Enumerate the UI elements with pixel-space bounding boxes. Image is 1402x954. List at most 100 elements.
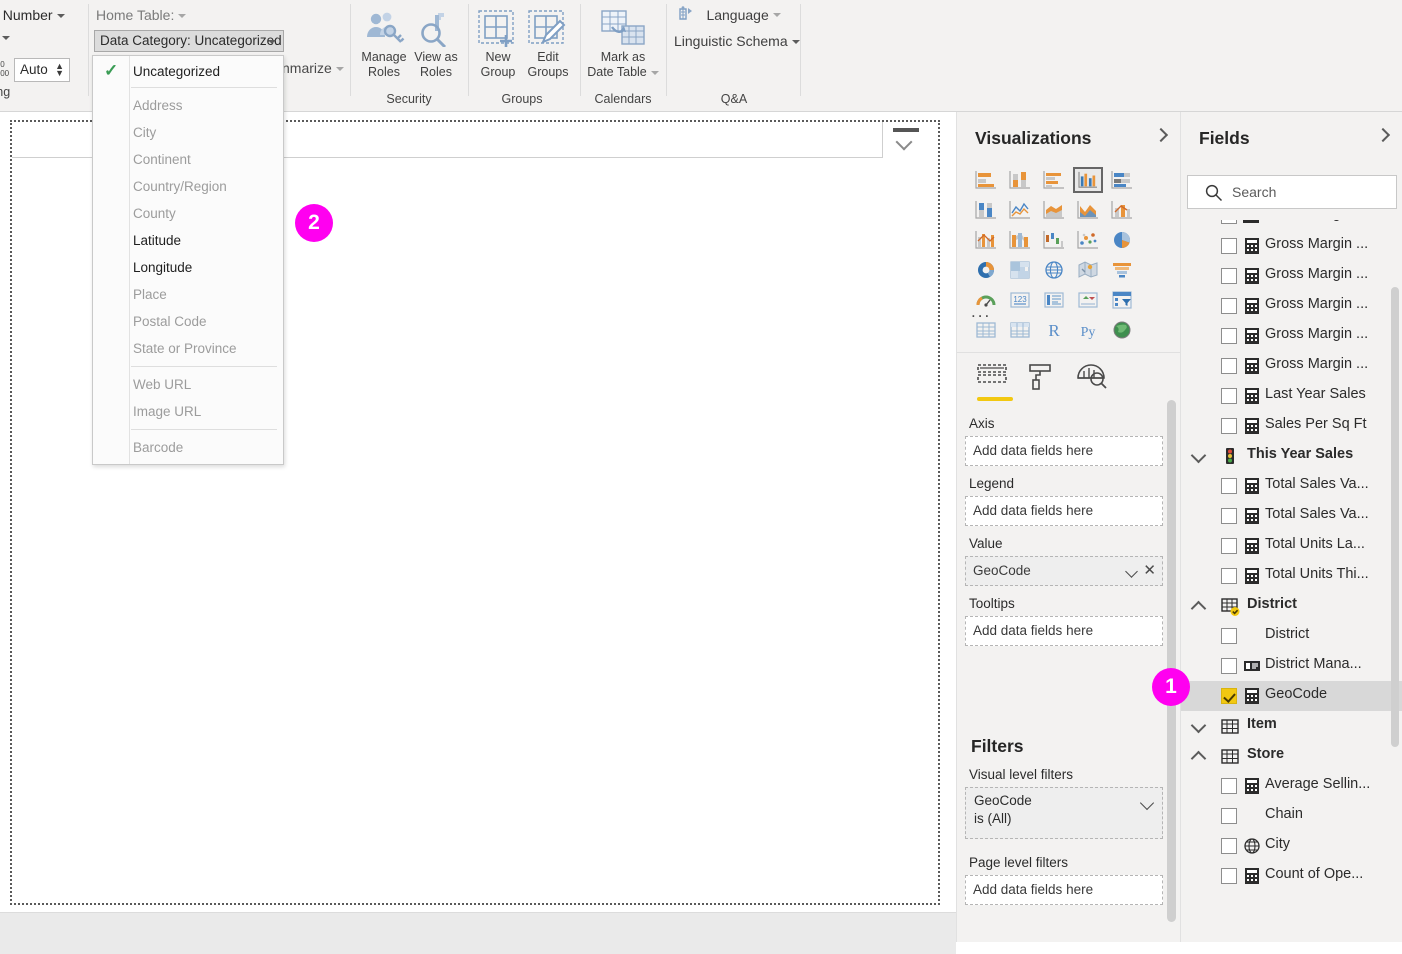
field-row-total-sales-va-2[interactable]: Total Sales Va... — [1181, 501, 1402, 531]
field-checkbox[interactable] — [1221, 328, 1237, 344]
manage-roles-button[interactable]: Manage Roles — [356, 2, 412, 80]
field-checkbox[interactable] — [1221, 808, 1237, 824]
fields-pane-scrollbar[interactable] — [1391, 287, 1399, 747]
decimal-number-dropdown[interactable]: al Number — [0, 7, 65, 23]
axis-well-dropzone[interactable]: Add data fields here — [965, 436, 1163, 466]
remove-field-icon[interactable]: ✕ — [1143, 557, 1156, 585]
line-stacked-column-icon[interactable] — [1107, 197, 1137, 223]
field-checkbox[interactable] — [1221, 838, 1237, 854]
filled-map-icon[interactable] — [1073, 257, 1103, 283]
tab-fields[interactable] — [975, 362, 1015, 400]
data-category-dropdown-button[interactable]: Data Category: Uncategorized — [94, 30, 284, 52]
field-row-sales-per-sq-ft[interactable]: Sales Per Sq Ft — [1181, 411, 1402, 441]
field-checkbox[interactable] — [1221, 658, 1237, 674]
multi-row-card-icon[interactable] — [1039, 287, 1069, 313]
arcgis-map-icon[interactable] — [1107, 317, 1137, 343]
field-row-geocode[interactable]: GeoCode — [1181, 681, 1402, 711]
visualizations-pane-scrollbar[interactable] — [1167, 400, 1176, 922]
field-row-chain[interactable]: Chain — [1181, 801, 1402, 831]
tab-analytics[interactable] — [1075, 362, 1115, 400]
pie-chart-icon[interactable] — [1107, 227, 1137, 253]
map-icon[interactable] — [1039, 257, 1069, 283]
linguistic-schema-button[interactable]: Linguistic Schema — [674, 33, 800, 51]
field-checkbox[interactable] — [1221, 778, 1237, 794]
field-checkbox[interactable] — [1221, 388, 1237, 404]
chevron-down-icon[interactable] — [1191, 718, 1207, 734]
more-visuals-button[interactable]: ... — [971, 302, 991, 322]
area-chart-icon[interactable] — [1039, 197, 1069, 223]
visual-level-filter-geocode[interactable]: GeoCode is (All) — [965, 787, 1163, 839]
funnel-icon[interactable] — [1107, 257, 1137, 283]
field-row-district-manager[interactable]: District Mana... — [1181, 651, 1402, 681]
menu-item-county[interactable]: County — [93, 200, 283, 227]
visual-type-gallery[interactable]: 123 R Py — [971, 167, 1167, 347]
line-clustered-column-icon[interactable] — [971, 227, 1001, 253]
card-icon[interactable]: 123 — [1005, 287, 1035, 313]
chevron-down-icon[interactable] — [1191, 448, 1207, 464]
mark-as-date-table-button[interactable]: Mark as Date Table — [586, 2, 660, 80]
stacked-area-chart-icon[interactable] — [1073, 197, 1103, 223]
data-category-dropdown-menu[interactable]: ✓ Uncategorized Address City Continent C… — [92, 55, 284, 465]
view-as-roles-button[interactable]: View as Roles — [408, 2, 464, 80]
field-table-store[interactable]: Store — [1181, 741, 1402, 771]
scatter-chart-icon[interactable] — [1073, 227, 1103, 253]
menu-item-postal-code[interactable]: Postal Code — [93, 308, 283, 335]
field-row-gross-margin-1[interactable]: Gross Margin ... — [1181, 231, 1402, 261]
field-checkbox[interactable] — [1221, 418, 1237, 434]
menu-item-longitude[interactable]: Longitude — [93, 254, 283, 281]
menu-item-state-or-province[interactable]: State or Province — [93, 335, 283, 362]
field-checkbox[interactable] — [1221, 238, 1237, 254]
menu-item-web-url[interactable]: Web URL — [93, 371, 283, 398]
field-row-gross-margin-2[interactable]: Gross Margin ... — [1181, 261, 1402, 291]
page-level-filters-dropzone[interactable]: Add data fields here — [965, 875, 1163, 905]
matrix-icon[interactable] — [1005, 317, 1035, 343]
field-checkbox-checked[interactable] — [1221, 688, 1237, 704]
menu-item-continent[interactable]: Continent — [93, 146, 283, 173]
language-button[interactable]: Language — [676, 6, 781, 24]
chevron-down-icon[interactable] — [2, 36, 10, 40]
search-input[interactable]: Search — [1187, 175, 1397, 209]
ribbon-chart-icon[interactable] — [1005, 227, 1035, 253]
treemap-icon[interactable] — [1005, 257, 1035, 283]
field-checkbox[interactable] — [1221, 508, 1237, 524]
kpi-icon[interactable] — [1073, 287, 1103, 313]
tooltips-well-dropzone[interactable]: Add data fields here — [965, 616, 1163, 646]
line-chart-icon[interactable] — [1005, 197, 1035, 223]
chevron-up-icon[interactable] — [1191, 751, 1207, 767]
menu-item-barcode[interactable]: Barcode — [93, 434, 283, 461]
chevron-up-icon[interactable] — [1191, 601, 1207, 617]
stacked-bar-chart-icon[interactable] — [971, 167, 1001, 193]
stacked-column-chart-icon[interactable] — [1005, 167, 1035, 193]
tab-format[interactable] — [1025, 362, 1065, 400]
field-checkbox[interactable] — [1221, 358, 1237, 374]
edit-groups-button[interactable]: Edit Groups — [520, 2, 576, 80]
field-row-gross-margin-4[interactable]: Gross Margin ... — [1181, 321, 1402, 351]
field-row-last-year-sales[interactable]: Last Year Sales — [1181, 381, 1402, 411]
slicer-icon[interactable] — [1107, 287, 1137, 313]
menu-item-address[interactable]: Address — [93, 92, 283, 119]
clustered-bar-chart-icon[interactable] — [1039, 167, 1069, 193]
new-group-button[interactable]: New Group — [470, 2, 526, 80]
field-row-gross-margin-5[interactable]: Gross Margin ... — [1181, 351, 1402, 381]
field-checkbox[interactable] — [1221, 628, 1237, 644]
donut-chart-icon[interactable] — [971, 257, 1001, 283]
menu-item-uncategorized[interactable]: ✓ Uncategorized — [93, 58, 283, 85]
decimal-places-stepper[interactable]: Auto ▲▼ — [14, 58, 70, 82]
field-row-count-of-open[interactable]: Count of Ope... — [1181, 861, 1402, 891]
field-group-this-year-sales[interactable]: This Year Sales — [1181, 441, 1402, 471]
menu-item-latitude[interactable]: Latitude — [93, 227, 283, 254]
field-table-district[interactable]: District — [1181, 591, 1402, 621]
home-table-dropdown[interactable]: Home Table: — [96, 7, 186, 23]
field-row-average-selling[interactable]: Average Sellin... — [1181, 771, 1402, 801]
value-well-field-geocode[interactable]: GeoCode ✕ — [965, 556, 1163, 586]
field-row-total-sales-va-1[interactable]: Total Sales Va... — [1181, 471, 1402, 501]
field-row-city[interactable]: City — [1181, 831, 1402, 861]
menu-item-city[interactable]: City — [93, 119, 283, 146]
field-checkbox[interactable] — [1221, 868, 1237, 884]
field-checkbox[interactable] — [1221, 568, 1237, 584]
100-stacked-bar-chart-icon[interactable] — [1107, 167, 1137, 193]
fields-list[interactable]: Gross Margin ... Gross Margin ... Gross … — [1181, 220, 1402, 942]
field-table-item[interactable]: Item — [1181, 711, 1402, 741]
field-checkbox[interactable] — [1221, 538, 1237, 554]
field-row-total-units-la[interactable]: Total Units La... — [1181, 531, 1402, 561]
